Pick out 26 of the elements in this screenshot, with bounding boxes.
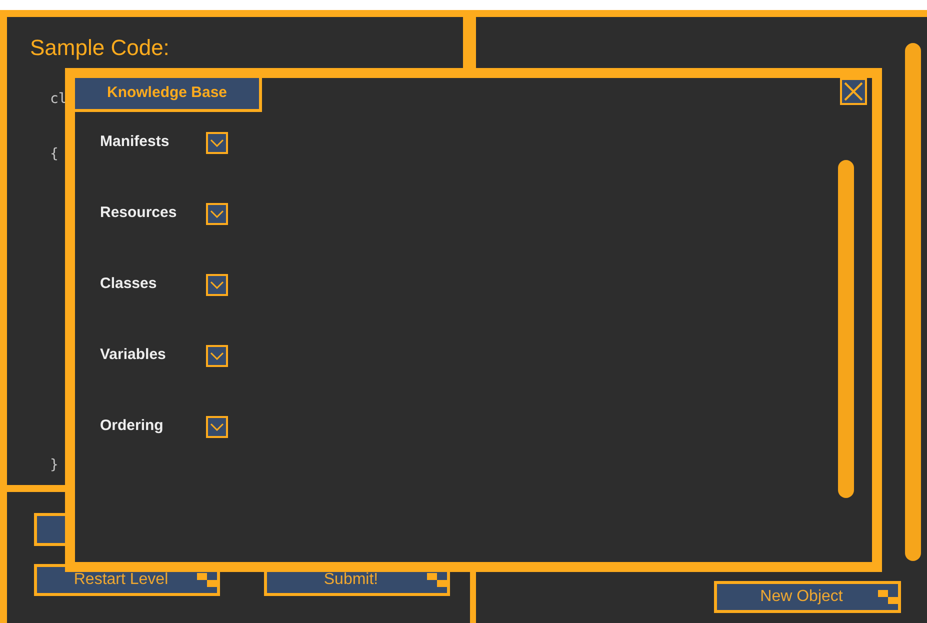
scrollbar[interactable]	[838, 160, 854, 498]
expand-toggle[interactable]	[206, 345, 228, 367]
category-label: Manifests	[100, 132, 170, 152]
close-button[interactable]	[840, 78, 867, 105]
chevron-down-icon	[210, 423, 224, 431]
dialog-tab[interactable]: Knowledge Base	[75, 78, 262, 112]
code-line: cl	[50, 90, 67, 109]
expand-toggle[interactable]	[206, 203, 228, 225]
code-line: {	[50, 145, 58, 164]
chevron-down-icon	[210, 139, 224, 147]
chevron-down-icon	[210, 352, 224, 360]
panel-title: Sample Code:	[30, 34, 170, 62]
category-label: Variables	[100, 345, 167, 365]
chevron-down-icon	[210, 281, 224, 289]
category-label: Classes	[100, 274, 158, 294]
chevron-down-icon	[210, 210, 224, 218]
expand-toggle[interactable]	[206, 132, 228, 154]
code-line: }	[50, 456, 58, 475]
expand-toggle[interactable]	[206, 274, 228, 296]
category-label: Resources	[100, 203, 178, 223]
expand-toggle[interactable]	[206, 416, 228, 438]
category-label: Ordering	[100, 416, 164, 436]
checker-icon	[878, 590, 898, 604]
close-icon	[844, 82, 863, 101]
game-button[interactable]: New Object	[714, 581, 901, 613]
scrollbar[interactable]	[905, 43, 921, 561]
